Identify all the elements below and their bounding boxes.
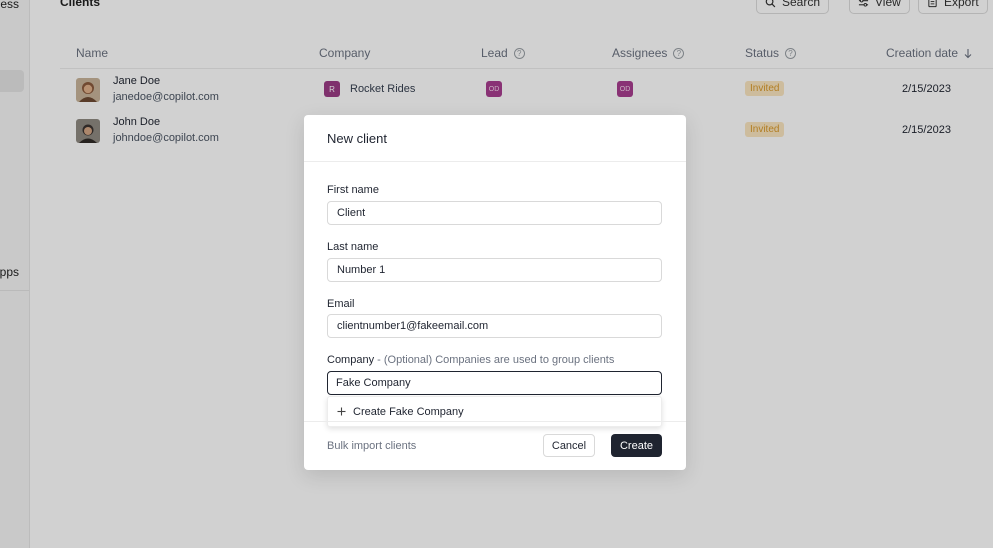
company-label-text: Company	[327, 354, 375, 366]
email-field[interactable]	[327, 314, 662, 338]
modal-header-divider	[304, 161, 686, 162]
cancel-button[interactable]: Cancel	[543, 434, 595, 457]
first-name-field[interactable]	[327, 201, 662, 225]
modal-footer-divider	[304, 421, 686, 422]
create-company-label: Create Fake Company	[353, 405, 464, 418]
create-company-option[interactable]: Create Fake Company	[327, 396, 662, 427]
bulk-import-link[interactable]: Bulk import clients	[327, 440, 416, 452]
modal-title: New client	[327, 131, 387, 146]
first-name-label: First name	[327, 184, 379, 196]
company-hint: - (Optional) Companies are used to group…	[374, 354, 615, 366]
company-label: Company - (Optional) Companies are used …	[327, 354, 614, 366]
last-name-field[interactable]	[327, 258, 662, 282]
plus-icon	[337, 407, 346, 416]
last-name-label: Last name	[327, 241, 379, 253]
create-button[interactable]: Create	[611, 434, 662, 457]
company-field[interactable]	[327, 371, 662, 395]
new-client-modal: New client First name Last name Email Co…	[304, 115, 686, 470]
email-label: Email	[327, 298, 355, 310]
